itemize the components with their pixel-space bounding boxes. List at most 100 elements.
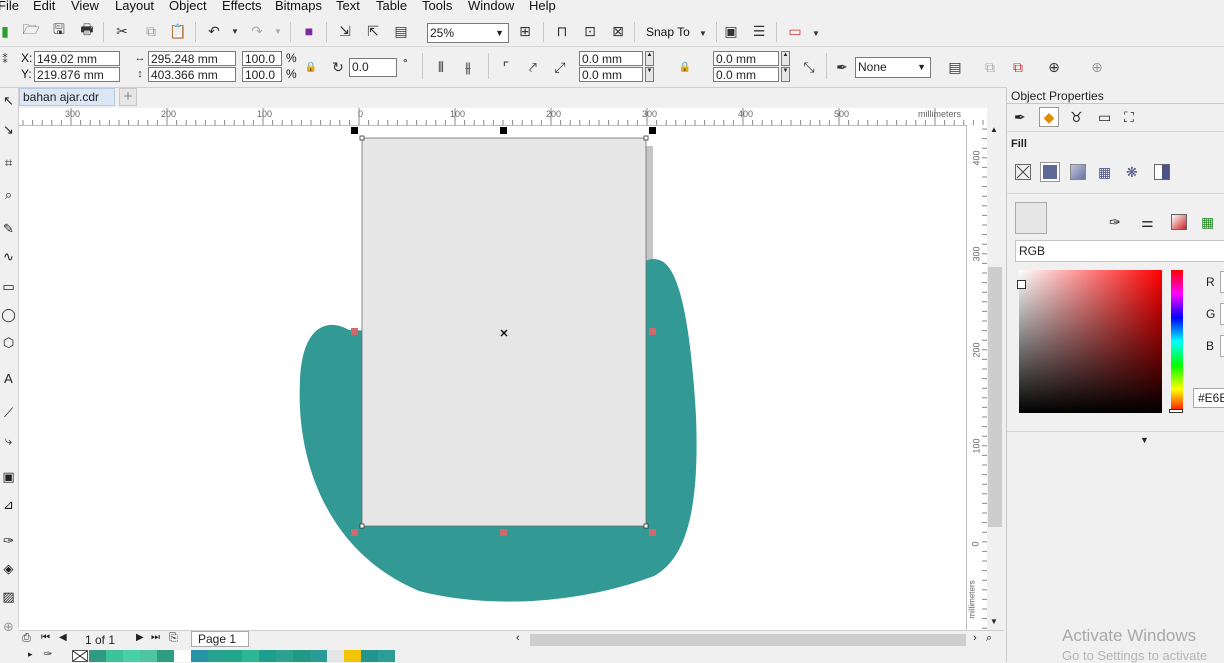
quick-customize-icon[interactable]: ⊕ <box>1045 58 1063 76</box>
scale-width-input[interactable]: 100.0 <box>242 51 282 66</box>
lock-corners-icon[interactable]: 🔒 <box>676 58 694 76</box>
horizontal-ruler[interactable]: 300 200 100 0 100 200 300 400 500 millim… <box>19 108 987 126</box>
drop-shadow-icon[interactable]: ▣ <box>0 468 17 485</box>
last-page-icon[interactable]: ⏭ <box>151 632 160 643</box>
color-picker-field[interactable] <box>1017 270 1162 413</box>
scroll-up-icon[interactable]: ▲ <box>990 125 998 134</box>
palette-swatch[interactable] <box>191 650 208 662</box>
relative-corner-scaling-icon[interactable]: ⤡ <box>800 58 818 76</box>
interactive-fill-icon[interactable]: ◈ <box>0 560 17 577</box>
launcher-dropdown-icon[interactable]: ▼ <box>807 24 825 42</box>
menu-table[interactable]: Table <box>376 0 407 13</box>
palette-swatch[interactable] <box>378 650 395 662</box>
color-eyedropper-icon[interactable]: ✑ <box>1109 214 1121 231</box>
guidelines-icon[interactable]: ⊠ <box>609 22 627 40</box>
rulers-icon[interactable]: ⊓ <box>553 22 571 40</box>
fill-tab-icon[interactable]: ◆ <box>1039 107 1059 127</box>
application-launcher-icon[interactable]: ▭ <box>786 22 804 40</box>
spin-up-icon[interactable]: ▲ <box>645 51 654 66</box>
scalloped-corner-icon[interactable]: ⤤ <box>524 58 542 76</box>
redo-dropdown-icon[interactable]: ▼ <box>269 22 287 40</box>
spin-down-icon[interactable]: ▼ <box>781 67 790 82</box>
scroll-down-icon[interactable]: ▼ <box>990 617 998 626</box>
save-icon[interactable]: 🖫 <box>50 21 68 40</box>
undo-dropdown-icon[interactable]: ▼ <box>226 22 244 40</box>
eyedropper-tool-icon[interactable]: ✑ <box>0 532 17 549</box>
zoom-tool-icon[interactable]: ⌕ <box>0 186 17 203</box>
color-palettes-icon[interactable]: ▦ <box>1201 214 1214 231</box>
spin-down-icon[interactable]: ▼ <box>645 67 654 82</box>
redo-icon[interactable]: ↷ <box>248 22 266 40</box>
no-color-swatch[interactable] <box>72 650 88 662</box>
menu-help[interactable]: Help <box>529 0 556 13</box>
open-folder-icon[interactable]: 🗁 <box>22 21 40 40</box>
palette-swatch[interactable] <box>310 650 327 662</box>
outline-tab-icon[interactable]: ✒ <box>1014 109 1026 126</box>
r-value-input[interactable] <box>1220 271 1224 293</box>
palette-swatch[interactable] <box>225 650 242 662</box>
mirror-vertical-icon[interactable]: ⫵ <box>459 58 477 76</box>
document-tab[interactable]: bahan ajar.cdr <box>19 88 115 106</box>
outline-width-dropdown[interactable]: None ▼ <box>855 57 931 78</box>
eyedropper-icon[interactable]: ✑ <box>44 649 52 660</box>
two-color-fill-icon[interactable] <box>1154 164 1170 180</box>
selection-handles[interactable] <box>351 127 656 134</box>
vector-pattern-fill-icon[interactable]: ▦ <box>1098 164 1111 181</box>
menu-text[interactable]: Text <box>336 0 360 13</box>
menu-object[interactable]: Object <box>169 0 207 13</box>
welcome-screen-icon[interactable]: ▣ <box>722 22 740 40</box>
summary-tab-icon[interactable]: ⛶ <box>1124 109 1134 126</box>
hue-slider-thumb[interactable] <box>1169 409 1183 413</box>
parallel-dimension-icon[interactable]: ⟋ <box>0 404 17 421</box>
height-input[interactable]: 403.366 mm <box>148 67 236 82</box>
add-tab-button[interactable]: + <box>119 88 137 106</box>
menu-edit[interactable]: Edit <box>33 0 55 13</box>
palette-swatch[interactable] <box>140 650 157 662</box>
connector-tool-icon[interactable]: ⤷ <box>0 432 17 449</box>
smart-fill-icon[interactable]: ▨ <box>0 588 17 605</box>
color-model-dropdown[interactable]: RGB <box>1015 240 1224 262</box>
to-back-icon[interactable]: ⧉ <box>1009 58 1027 76</box>
corner-radius-top-left-input[interactable]: 0.0 mm <box>579 51 643 66</box>
palette-swatch[interactable] <box>106 650 123 662</box>
uniform-fill-icon[interactable] <box>1040 162 1060 182</box>
chamfered-corner-icon[interactable]: ⤢ <box>551 58 569 76</box>
publish-pdf-icon[interactable]: ▤ <box>392 22 410 40</box>
zoom-level-dropdown[interactable]: 25% ▼ <box>427 23 509 43</box>
round-corner-icon[interactable]: ⌜ <box>497 58 515 76</box>
crop-tool-icon[interactable]: ⌗ <box>0 154 17 171</box>
import-icon[interactable]: ⇲ <box>336 22 354 40</box>
page-options-icon[interactable]: ⎙ <box>22 632 31 645</box>
bitmap-pattern-fill-icon[interactable]: ❋ <box>1126 164 1138 181</box>
palette-scroll-icon[interactable]: ▸ <box>28 649 33 660</box>
current-fill-swatch[interactable] <box>1015 202 1047 234</box>
corner-radius-top-right-input[interactable]: 0.0 mm <box>713 51 779 66</box>
color-picker-cursor[interactable] <box>1017 280 1026 289</box>
snap-to-dropdown[interactable]: Snap To <box>646 25 690 40</box>
palette-swatch[interactable] <box>276 650 293 662</box>
menu-view[interactable]: View <box>71 0 99 13</box>
menu-window[interactable]: Window <box>468 0 514 13</box>
print-icon[interactable]: 🖶 <box>78 21 96 40</box>
g-value-input[interactable] <box>1220 303 1224 325</box>
expand-chevron-icon[interactable]: ▼ <box>1140 435 1149 445</box>
undo-icon[interactable]: ↶ <box>205 22 223 40</box>
palette-swatch[interactable] <box>174 650 191 662</box>
fountain-fill-icon[interactable] <box>1070 164 1086 180</box>
y-position-input[interactable]: 219.876 mm <box>34 67 120 82</box>
hue-slider[interactable] <box>1169 270 1183 413</box>
palette-swatch[interactable] <box>123 650 140 662</box>
search-content-icon[interactable]: ■ <box>300 22 318 40</box>
copy-icon[interactable]: ⧉ <box>142 22 160 40</box>
add-page-icon[interactable]: ⎘ <box>169 632 178 645</box>
menu-layout[interactable]: Layout <box>115 0 154 13</box>
palette-swatch[interactable] <box>157 650 174 662</box>
spin-up-icon[interactable]: ▲ <box>781 51 790 66</box>
ellipse-tool-icon[interactable]: ◯ <box>0 306 17 323</box>
polygon-tool-icon[interactable]: ⬡ <box>0 334 17 351</box>
zoom-one-shot-icon[interactable]: ⌕ <box>986 632 992 645</box>
palette-swatch[interactable] <box>293 650 310 662</box>
no-fill-icon[interactable] <box>1015 164 1031 180</box>
add-tool-icon[interactable]: ⊕ <box>0 618 17 635</box>
rotation-angle-input[interactable]: 0.0 <box>349 58 397 77</box>
